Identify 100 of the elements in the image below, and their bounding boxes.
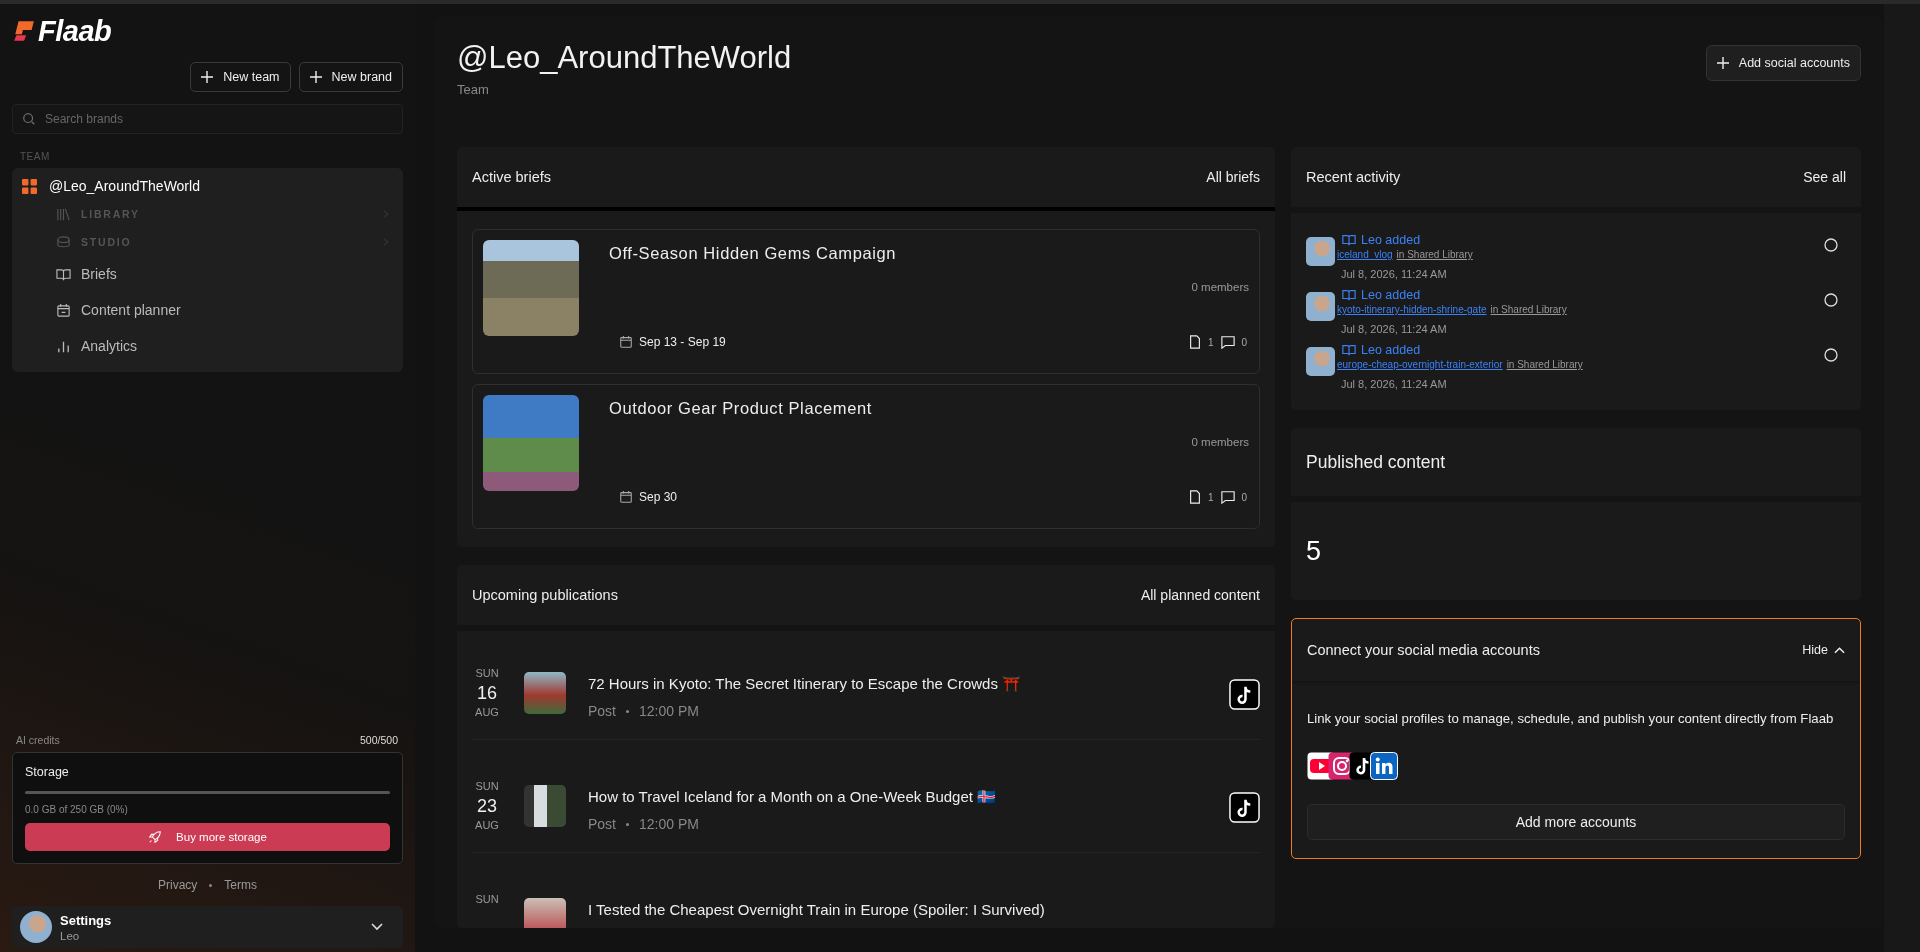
file-icon [1187,335,1202,349]
panel-title: Connect your social media accounts [1307,642,1540,658]
logo-icon [12,19,36,43]
weekday: SUN [475,780,499,792]
day-number: 16 [477,683,497,704]
logo-text: Flaab [38,14,112,48]
brief-dates: Sep 13 - Sep 19 [639,335,726,349]
library-link[interactable]: in Shared Library [1506,359,1583,370]
linkedin-icon [1370,752,1398,780]
user-menu[interactable]: Settings Leo [12,906,403,948]
publication-title[interactable]: 72 Hours in Kyoto: The Secret Itinerary to Escape the Crowds ⛩ [588,675,1207,693]
new-button[interactable]: New brand [298,62,403,92]
nav-item[interactable]: Briefs [12,256,403,292]
published-count: 5 [1306,535,1322,567]
page-title: @Leo_AroundTheWorld [457,40,792,76]
file-link[interactable]: europe-cheap-overnight-train-exterior [1337,359,1503,370]
activity-time: Jul 8, 2026, 11:24 AM [1341,378,1448,390]
comment-icon [1221,335,1236,349]
terms-link[interactable]: Terms [224,878,257,892]
publication-title[interactable]: I Tested the Cheapest Overnight Train in Europe (Spoiler: I Survived) [588,901,1260,918]
weekday: SUN [475,893,499,905]
comments-count: 0 [1241,491,1247,503]
activity-action: Leo added [1361,343,1421,357]
publication-type: Post [588,816,616,832]
book-icon [1342,288,1356,302]
credits-value: 500/500 [360,734,398,746]
nav-item[interactable]: Content planner [12,292,403,328]
photo-placeholder [524,898,566,928]
all-planned-content-link[interactable]: All planned content [1140,587,1260,603]
files-count: 1 [1207,336,1214,348]
avatar [1306,347,1335,376]
brief-card[interactable]: Off-Season Hidden Gems Campaign 0 members Sep 13 - Sep 19 1 0 [472,229,1260,374]
nav-item[interactable]: Analytics [12,328,403,364]
rocket-icon [148,830,163,844]
connect-description: Link your social profiles to manage, schedule, and publish your content directly from Flaab [1307,711,1835,726]
privacy-link[interactable]: Privacy [158,878,198,892]
hide-toggle[interactable]: Hide [1802,643,1845,657]
chevron-up-icon [1834,646,1845,654]
library-link[interactable]: in Shared Library [1396,249,1473,260]
credits-label: AI credits [16,734,60,746]
library-icon [56,206,71,222]
circle-icon[interactable] [1824,238,1838,252]
photo-placeholder [524,785,566,827]
activity-time: Jul 8, 2026, 11:24 AM [1341,268,1448,280]
user-name: Leo [60,929,81,942]
storage-usage: 0.0 GB of 250 GB (0%) [25,804,129,815]
new-button[interactable]: New team [190,62,291,92]
members-count: 0 members [1191,436,1249,448]
buy-storage-button[interactable]: Buy more storage [25,823,390,851]
brief-card[interactable]: Outdoor Gear Product Placement 0 members Sep 30 1 0 [472,384,1260,529]
section-label: TEAM [20,151,51,162]
tiktok-icon [1229,679,1260,710]
month: AUG [475,706,499,718]
plus-icon [309,71,322,83]
calendar-icon [619,335,633,349]
book-icon [1342,233,1356,247]
file-link[interactable]: kyoto-itinerary-hidden-shrine-gate [1337,304,1487,315]
plus-icon [1716,57,1729,69]
publication-type: Post [588,703,616,719]
calendar-icon [56,302,71,318]
team-name[interactable]: @Leo_AroundTheWorld [49,178,200,194]
add-social-accounts-button[interactable]: Add social accounts [1705,45,1861,81]
book-icon [56,266,71,282]
chevron-down-icon [371,923,383,931]
publication-title[interactable]: How to Travel Iceland for a Month on a One-Week Budget 🇮🇸 [588,788,1207,806]
all-briefs-link[interactable]: All briefs [1206,169,1260,185]
publication-time: 12:00 PM [639,703,699,719]
brief-title: Outdoor Gear Product Placement [609,399,873,418]
comment-icon [1221,490,1236,504]
tiktok-icon [1229,792,1260,823]
file-icon [1187,490,1202,504]
circle-icon[interactable] [1824,348,1838,362]
activity-action: Leo added [1361,288,1421,302]
circle-icon[interactable] [1824,293,1838,307]
brief-title: Off-Season Hidden Gems Campaign [609,244,897,263]
add-more-accounts-button[interactable]: Add more accounts [1307,804,1845,840]
panel-title: Recent activity [1306,169,1401,185]
avatar [1306,292,1335,321]
panel-title: Published content [1306,451,1446,473]
plus-icon [201,71,214,83]
brief-dates: Sep 30 [639,490,678,504]
library-link[interactable]: in Shared Library [1490,304,1567,315]
calendar-icon [619,490,633,504]
weekday: SUN [475,667,499,679]
page-subtitle: Team [457,82,490,97]
see-all-link[interactable]: See all [1803,169,1846,185]
comments-count: 0 [1241,336,1247,348]
file-link[interactable]: iceland_vlog [1337,249,1393,260]
storage-title: Storage [25,765,70,779]
publication-time: 12:00 PM [639,816,699,832]
avatar [1306,237,1335,266]
day-number: 23 [477,796,497,817]
panel-title: Upcoming publications [472,587,618,603]
search-field[interactable]: Search brands [12,104,403,134]
members-count: 0 members [1191,281,1249,293]
files-count: 1 [1207,491,1214,503]
month: AUG [475,819,499,831]
book-icon [1342,343,1356,357]
grid-icon [22,178,37,194]
activity-action: Leo added [1361,233,1421,247]
